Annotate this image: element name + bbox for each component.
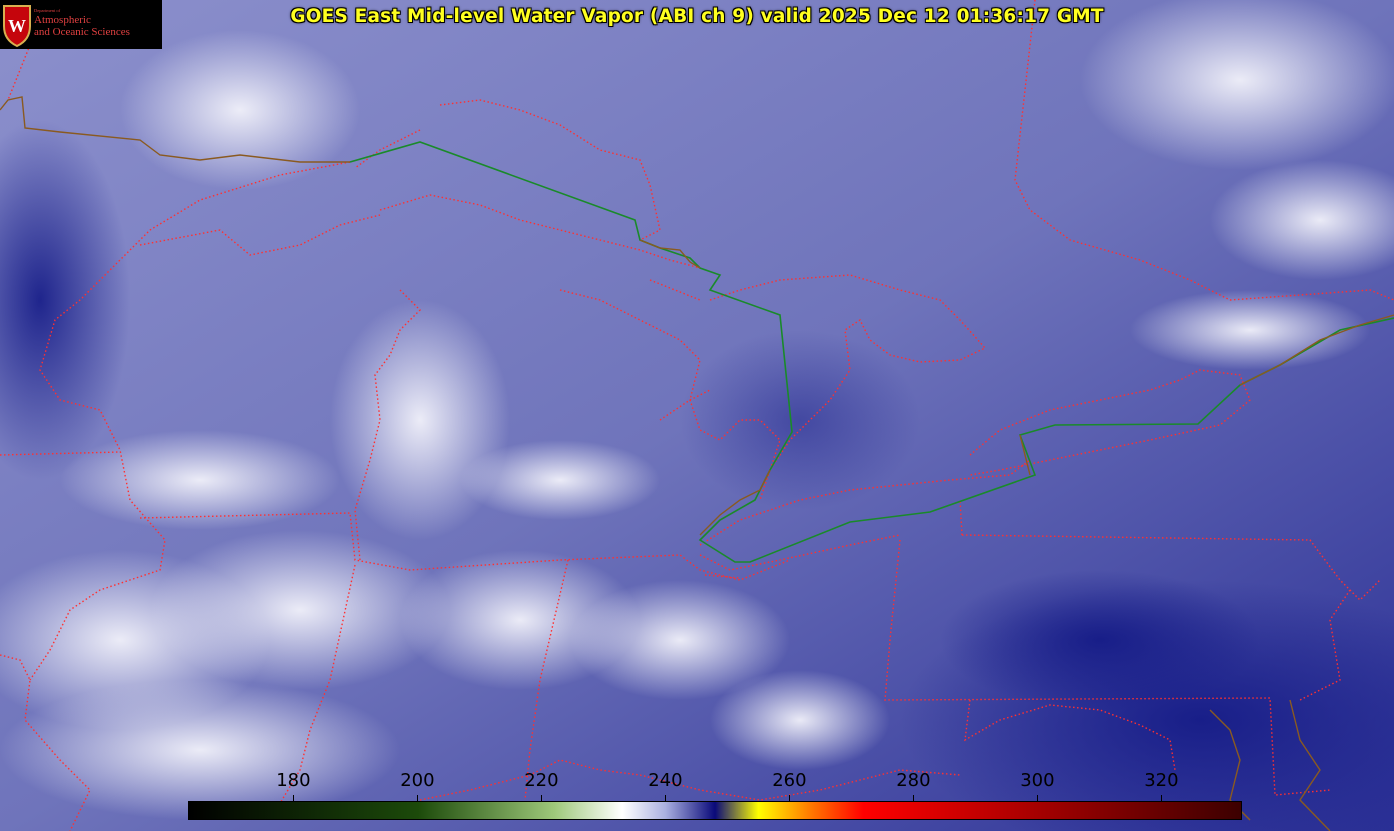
colorbar-tick-label: 320 bbox=[1144, 770, 1179, 791]
colorbar-tick-mark bbox=[541, 795, 543, 801]
logo-line-2: and Oceanic Sciences bbox=[34, 26, 130, 38]
colorbar-tick-mark bbox=[1037, 795, 1039, 801]
colorbar-tick-mark bbox=[789, 795, 791, 801]
colorbar-tick-mark bbox=[293, 795, 295, 801]
temperature-colorbar bbox=[188, 801, 1242, 820]
colorbar-tick-label: 240 bbox=[648, 770, 683, 791]
colorbar-tick-mark bbox=[665, 795, 667, 801]
logo-line-1: Atmospheric bbox=[34, 14, 91, 26]
crest-letter: W bbox=[8, 16, 26, 36]
colorbar-tick-label: 280 bbox=[896, 770, 931, 791]
colorbar-tick-label: 180 bbox=[276, 770, 311, 791]
colorbar-tick-mark bbox=[913, 795, 915, 801]
colorbar-tick-mark bbox=[417, 795, 419, 801]
colorbar-tick-label: 260 bbox=[772, 770, 807, 791]
uw-aos-logo: W Department of Atmospheric and Oceanic … bbox=[0, 0, 162, 49]
water-vapor-map bbox=[0, 0, 1394, 831]
uw-crest-icon: W bbox=[3, 5, 31, 48]
colorbar-tick-label: 300 bbox=[1020, 770, 1055, 791]
colorbar-tick-label: 220 bbox=[524, 770, 559, 791]
logo-text: Department of Atmospheric and Oceanic Sc… bbox=[34, 8, 130, 38]
colorbar-tick-label: 200 bbox=[400, 770, 435, 791]
colorbar-tick-mark bbox=[1161, 795, 1163, 801]
